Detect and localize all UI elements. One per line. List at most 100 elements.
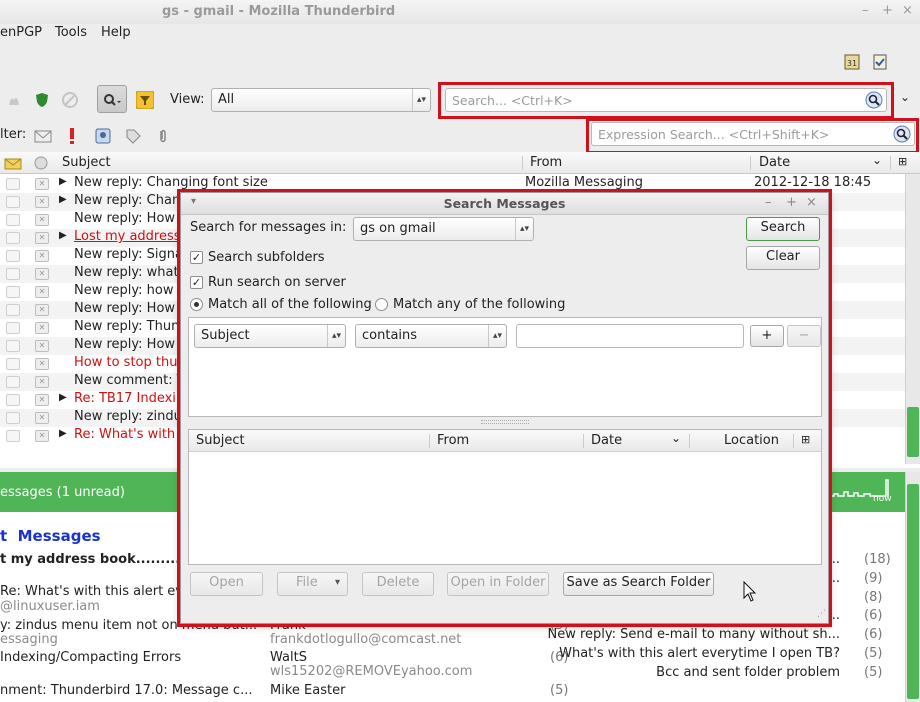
read-status-icon[interactable] bbox=[6, 322, 20, 334]
read-status-icon[interactable] bbox=[6, 232, 20, 244]
read-status-icon[interactable] bbox=[6, 340, 20, 352]
junk-status-icon[interactable]: ✕ bbox=[35, 178, 49, 190]
junk-column-icon[interactable] bbox=[32, 155, 50, 171]
maximize-icon[interactable]: + bbox=[882, 3, 893, 18]
read-status-icon[interactable] bbox=[6, 430, 20, 442]
junk-status-icon[interactable]: ✕ bbox=[35, 376, 49, 388]
menu-help[interactable]: Help bbox=[101, 25, 131, 40]
contacts-icon[interactable] bbox=[94, 127, 112, 145]
window-titlebar: gs - gmail - Mozilla Thunderbird – + × bbox=[0, 0, 920, 24]
column-subject[interactable]: Subject bbox=[62, 155, 111, 170]
row-subject: Re: What's with th bbox=[74, 427, 193, 442]
junk-status-icon[interactable]: ✕ bbox=[35, 340, 49, 352]
calendar-icon[interactable]: 31 bbox=[843, 53, 861, 71]
row-subject: Lost my address bbox=[74, 229, 181, 244]
highlight-box-dialog bbox=[177, 189, 832, 627]
view-select[interactable]: All ▴▾ bbox=[211, 88, 431, 112]
column-date[interactable]: Date bbox=[759, 155, 790, 170]
right-item-text[interactable]: Bcc and sent folder problem bbox=[656, 665, 840, 680]
right-item-text[interactable]: New reply: Send e-mail to many without s… bbox=[547, 627, 840, 642]
read-status-icon[interactable] bbox=[6, 250, 20, 262]
left-item-1-sub: essaging bbox=[0, 632, 58, 647]
read-status-icon[interactable] bbox=[6, 304, 20, 316]
right-item-count: (6) bbox=[864, 627, 883, 642]
menu-openpgp[interactable]: enPGP bbox=[0, 25, 42, 40]
junk-status-icon[interactable]: ✕ bbox=[35, 232, 49, 244]
thread-scrollbar[interactable] bbox=[905, 174, 920, 464]
summary-text: essages (1 unread) bbox=[0, 485, 125, 500]
thread-scrollbar-thumb[interactable] bbox=[907, 407, 919, 457]
junk-status-icon[interactable]: ✕ bbox=[35, 196, 49, 208]
right-item-count: (5) bbox=[864, 646, 883, 661]
right-item-text[interactable]: What's with this alert everytime I open … bbox=[559, 646, 840, 661]
junk-status-icon[interactable]: ✕ bbox=[35, 322, 49, 334]
left-item-3-count: (5) bbox=[550, 683, 569, 698]
important-icon[interactable] bbox=[63, 127, 81, 145]
thread-twisty-icon[interactable]: ▶ bbox=[59, 428, 67, 439]
highlight-box-search bbox=[438, 82, 894, 119]
tag-icon[interactable] bbox=[124, 127, 142, 145]
read-status-icon[interactable] bbox=[6, 196, 20, 208]
row-subject: New reply: zindus bbox=[74, 409, 189, 424]
row-subject: New reply: How D bbox=[74, 301, 190, 316]
left-item-1-email: frankdotlogullo@comcast.net bbox=[270, 632, 462, 647]
thread-twisty-icon[interactable]: ▶ bbox=[59, 392, 67, 403]
junk-status-icon[interactable]: ✕ bbox=[35, 304, 49, 316]
close-icon[interactable]: × bbox=[902, 3, 913, 18]
unread-icon[interactable] bbox=[34, 127, 52, 145]
summary-heading: t Messages bbox=[0, 527, 101, 545]
row-subject: New reply: Changing font size bbox=[74, 175, 268, 190]
junk-status-icon[interactable]: ✕ bbox=[35, 214, 49, 226]
thread-twisty-icon[interactable]: ▶ bbox=[59, 194, 67, 205]
filter-icon[interactable] bbox=[136, 91, 154, 109]
read-status-icon[interactable] bbox=[6, 376, 20, 388]
junk-status-icon[interactable]: ✕ bbox=[35, 358, 49, 370]
top-toolbar: 31 bbox=[0, 46, 920, 78]
left-item-2-from: WaltS bbox=[270, 650, 307, 665]
left-item-2-email: wls15202@REMOVEyahoo.com bbox=[270, 664, 473, 679]
read-status-icon[interactable] bbox=[6, 412, 20, 424]
read-status-icon[interactable] bbox=[6, 286, 20, 298]
block-icon[interactable] bbox=[61, 91, 79, 109]
junk-status-icon[interactable]: ✕ bbox=[35, 268, 49, 280]
junk-icon[interactable] bbox=[5, 91, 23, 109]
read-status-icon[interactable] bbox=[6, 178, 20, 190]
column-picker-icon[interactable]: ⊞ bbox=[898, 155, 907, 168]
bottom-scrollbar[interactable] bbox=[905, 472, 920, 702]
read-status-column-icon[interactable] bbox=[4, 155, 22, 171]
left-item-0-subject[interactable]: Re: What's with this alert eve bbox=[0, 584, 191, 599]
right-item-count: (5) bbox=[864, 665, 883, 680]
row-subject: New reply: how o bbox=[74, 283, 186, 298]
left-item-3-subject[interactable]: nment: Thunderbird 17.0: Message c... bbox=[0, 683, 252, 698]
summary-now: now bbox=[873, 494, 892, 504]
read-status-icon[interactable] bbox=[6, 214, 20, 226]
junk-status-icon[interactable]: ✕ bbox=[35, 250, 49, 262]
right-item-count: (8) bbox=[864, 590, 883, 605]
read-status-icon[interactable] bbox=[6, 394, 20, 406]
junk-status-icon[interactable]: ✕ bbox=[35, 394, 49, 406]
menu-tools[interactable]: Tools bbox=[55, 25, 87, 40]
thread-twisty-icon[interactable]: ▶ bbox=[59, 176, 67, 187]
right-item-count: (18) bbox=[864, 552, 891, 567]
column-from[interactable]: From bbox=[530, 155, 562, 170]
sort-chevron-icon[interactable]: ⌄ bbox=[872, 153, 882, 167]
junk-status-icon[interactable]: ✕ bbox=[35, 430, 49, 442]
right-item-count: (9) bbox=[864, 571, 883, 586]
window-title: gs - gmail - Mozilla Thunderbird bbox=[162, 4, 396, 19]
shield-icon[interactable] bbox=[33, 91, 51, 109]
right-item-count: (6) bbox=[864, 608, 883, 623]
minimize-icon[interactable]: – bbox=[862, 3, 869, 18]
left-item-2-subject[interactable]: Indexing/Compacting Errors bbox=[0, 650, 181, 665]
thread-twisty-icon[interactable]: ▶ bbox=[59, 230, 67, 241]
row-subject: New reply: Chang bbox=[74, 193, 189, 208]
tasks-icon[interactable] bbox=[871, 53, 889, 71]
read-status-icon[interactable] bbox=[6, 358, 20, 370]
attachment-icon[interactable] bbox=[154, 127, 172, 145]
row-subject: New reply: what's bbox=[74, 265, 189, 280]
quick-filter-button[interactable] bbox=[97, 85, 127, 113]
junk-status-icon[interactable]: ✕ bbox=[35, 286, 49, 298]
bottom-scrollbar-thumb[interactable] bbox=[907, 484, 919, 699]
read-status-icon[interactable] bbox=[6, 268, 20, 280]
junk-status-icon[interactable]: ✕ bbox=[35, 412, 49, 424]
overflow-chevron-icon[interactable]: ⌄ bbox=[900, 90, 910, 104]
